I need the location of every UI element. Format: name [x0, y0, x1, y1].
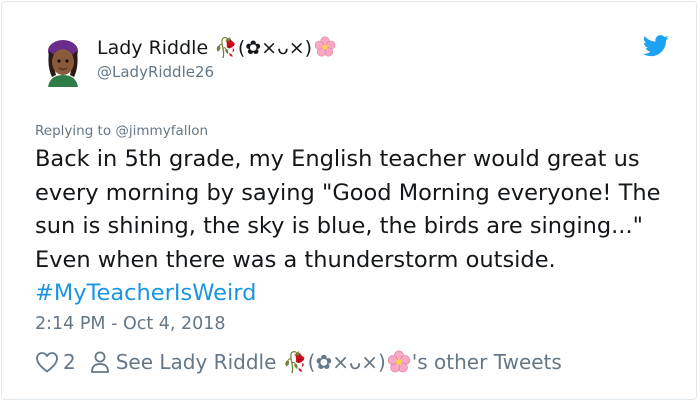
heart-icon[interactable]	[35, 351, 59, 373]
author-name-text: Lady Riddle 🥀(✿×ᴗ×)	[97, 37, 313, 59]
author-name[interactable]: Lady Riddle 🥀(✿×ᴗ×)	[97, 36, 336, 59]
tweet-card: Lady Riddle 🥀(✿×ᴗ×) @LadyRiddle26 Replyi…	[1, 1, 697, 400]
replying-prefix: Replying to	[35, 123, 116, 139]
see-other-tweets-link[interactable]: See Lady Riddle 🥀(✿×ᴗ×) 's other Tweets	[90, 350, 562, 374]
avatar[interactable]	[40, 37, 86, 87]
flower-icon	[314, 36, 336, 57]
tweet-footer: 2 See Lady Riddle 🥀(✿×ᴗ×) 's other Tweet…	[35, 347, 562, 377]
tweet-text: Back in 5th grade, my English teacher wo…	[35, 143, 675, 311]
replying-to-link[interactable]: @jimmyfallon	[115, 123, 208, 139]
person-icon	[90, 351, 109, 373]
flower-icon	[387, 350, 410, 373]
tweet-body: Back in 5th grade, my English teacher wo…	[35, 146, 661, 273]
twitter-bird-icon[interactable]	[643, 35, 669, 57]
see-other-tweets-suffix: 's other Tweets	[411, 350, 562, 374]
hashtag-link[interactable]: #MyTeacherIsWeird	[35, 280, 256, 306]
see-other-tweets-prefix: See Lady Riddle 🥀(✿×ᴗ×)	[115, 350, 386, 374]
likes-count[interactable]: 2	[63, 350, 76, 374]
author-handle[interactable]: @LadyRiddle26	[97, 63, 214, 81]
replying-to: Replying to @jimmyfallon	[35, 123, 208, 139]
tweet-timestamp[interactable]: 2:14 PM - Oct 4, 2018	[35, 314, 226, 334]
